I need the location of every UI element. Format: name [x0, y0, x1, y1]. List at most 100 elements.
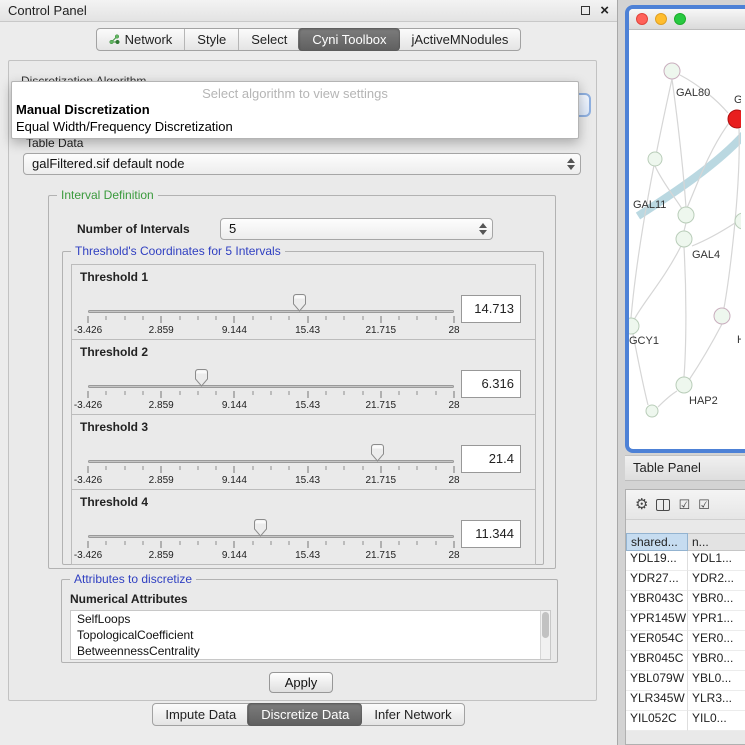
tab-label: Impute Data	[165, 707, 236, 722]
number-of-intervals-combo[interactable]: 5	[220, 218, 493, 240]
close-window-icon[interactable]: ×	[600, 3, 609, 18]
threshold-panel: Threshold 1 -3.4262.8599.14415.4321.71528…	[71, 264, 536, 340]
threshold-value-field[interactable]: 6.316	[461, 370, 521, 398]
threshold-slider[interactable]: -3.4262.8599.14415.4321.71528	[88, 295, 454, 339]
combo-spinner-icon	[479, 223, 487, 235]
tab-select[interactable]: Select	[238, 29, 299, 50]
table-row[interactable]: YIL052CYIL0...	[626, 711, 745, 731]
toolbar-spacer	[626, 520, 745, 533]
table-body: YDL19...YDL1...YDR27...YDR2...YBR043CYBR…	[626, 551, 745, 731]
table-cell-shared-name: YBR043C	[626, 591, 688, 611]
network-view-window: GAL80 GAL11 GAL4 GCY1 HAP2 GA H	[625, 5, 745, 453]
slider-handle[interactable]	[293, 294, 306, 312]
threshold-slider[interactable]: -3.4262.8599.14415.4321.71528	[88, 520, 454, 564]
algorithm-dropdown-popup: Select algorithm to view settings Manual…	[11, 81, 579, 139]
table-row[interactable]: YBR045CYBR0...	[626, 651, 745, 671]
table-row[interactable]: YLR345WYLR3...	[626, 691, 745, 711]
table-row[interactable]: YBR043CYBR0...	[626, 591, 745, 611]
attributes-scrollbar[interactable]	[540, 611, 550, 659]
table-row[interactable]: YDL19...YDL1...	[626, 551, 745, 571]
table-cell-shared-name: YDL19...	[626, 551, 688, 571]
table-panel-title: Table Panel	[633, 460, 701, 475]
table-data-value: galFiltered.sif default node	[32, 156, 184, 171]
network-window-titlebar[interactable]	[629, 9, 745, 30]
column-header-shared-name[interactable]: shared...	[626, 533, 688, 551]
slider-handle[interactable]	[254, 519, 267, 537]
attribute-list-item[interactable]: TopologicalCoefficient	[71, 627, 550, 643]
threshold-value-field[interactable]: 14.713	[461, 295, 521, 323]
tab-jactivemnodules[interactable]: jActiveMNodules	[399, 29, 521, 50]
threshold-label: Threshold 1	[80, 270, 148, 284]
table-cell-shared-name: YLR345W	[626, 691, 688, 711]
threshold-label: Threshold 2	[80, 345, 148, 359]
table-row[interactable]: YPR145WYPR1...	[626, 611, 745, 631]
table-panel-toolbar: ⚙ ☑ ☑	[626, 490, 745, 520]
select-column-checkbox-icon[interactable]: ☑	[698, 498, 710, 511]
table-row[interactable]: YBL079WYBL0...	[626, 671, 745, 691]
window-title: Control Panel	[8, 3, 87, 18]
bottom-tab-discretize-data[interactable]: Discretize Data	[247, 703, 362, 726]
bottom-tab-impute-data[interactable]: Impute Data	[153, 704, 248, 725]
number-of-intervals-value: 5	[229, 221, 236, 236]
tab-label: Network	[125, 32, 173, 47]
top-tab-bar: Network StyleSelect Cyni Toolbox jActiveMNo…	[0, 28, 617, 51]
scrollbar-thumb[interactable]	[542, 612, 549, 638]
threshold-slider[interactable]: -3.4262.8599.14415.4321.71528	[88, 445, 454, 489]
table-cell-shared-name: YER054C	[626, 631, 688, 651]
float-window-icon[interactable]	[581, 6, 590, 15]
bottom-tab-infer-network[interactable]: Infer Network	[361, 704, 463, 725]
minimize-traffic-light-icon[interactable]	[655, 13, 667, 25]
table-cell-name: YDL1...	[688, 551, 745, 571]
control-panel-window: Control Panel × Network StyleSelect Cyni T…	[0, 0, 618, 745]
slider-track	[88, 385, 454, 388]
tab-cyni-toolbox[interactable]: Cyni Toolbox	[298, 28, 399, 51]
attribute-list-item[interactable]: BetweennessCentrality	[71, 643, 550, 659]
threshold-label: Threshold 3	[80, 420, 148, 434]
gear-icon[interactable]: ⚙	[635, 497, 648, 512]
attributes-group: Attributes to discretize Numerical Attri…	[61, 579, 558, 663]
tab-network[interactable]: Network	[97, 29, 185, 50]
interval-definition-group: Interval Definition Number of Intervals …	[48, 195, 556, 569]
network-tab-icon	[109, 34, 120, 45]
column-header-name[interactable]: n...	[688, 533, 745, 551]
table-cell-name: YPR1...	[688, 611, 745, 631]
network-node-label-clipped: GA	[734, 94, 741, 106]
apply-button[interactable]: Apply	[269, 672, 333, 693]
threshold-value-field[interactable]: 11.344	[461, 520, 521, 548]
columns-icon[interactable]	[656, 499, 670, 511]
threshold-slider[interactable]: -3.4262.8599.14415.4321.71528	[88, 370, 454, 414]
close-traffic-light-icon[interactable]	[636, 13, 648, 25]
table-row[interactable]: YDR27...YDR2...	[626, 571, 745, 591]
numerical-attributes-label: Numerical Attributes	[70, 592, 188, 606]
network-node-label: HAP2	[689, 395, 718, 407]
table-row[interactable]: YER054CYER0...	[626, 631, 745, 651]
table-cell-name: YLR3...	[688, 691, 745, 711]
threshold-value-field[interactable]: 21.4	[461, 445, 521, 473]
table-panel-window: ⚙ ☑ ☑ shared... n... YDL19...YDL1...YDR2…	[625, 489, 745, 745]
threshold-panel: Threshold 4-3.4262.8599.14415.4321.71528…	[71, 489, 536, 565]
interval-definition-title: Interval Definition	[57, 188, 158, 202]
table-cell-name: YBL0...	[688, 671, 745, 691]
control-panel-titlebar[interactable]: Control Panel ×	[0, 0, 617, 22]
zoom-traffic-light-icon[interactable]	[674, 13, 686, 25]
dropdown-option-equal-width-frequency[interactable]: Equal Width/Frequency Discretization	[12, 118, 578, 135]
attribute-list-item[interactable]: SelfLoops	[71, 611, 550, 627]
tab-label: Cyni Toolbox	[312, 32, 386, 47]
numerical-attributes-list[interactable]: SelfLoopsTopologicalCoefficientBetweenne…	[70, 610, 551, 660]
threshold-stack: Threshold 1 -3.4262.8599.14415.4321.71528…	[71, 264, 536, 565]
tab-style[interactable]: Style	[184, 29, 238, 50]
table-cell-name: YBR0...	[688, 651, 745, 671]
table-data-combo[interactable]: galFiltered.sif default node	[23, 153, 581, 175]
table-panel-header-bar[interactable]: Table Panel	[625, 455, 745, 481]
slider-handle[interactable]	[195, 369, 208, 387]
network-canvas[interactable]: GAL80 GAL11 GAL4 GCY1 HAP2 GA H	[629, 30, 741, 448]
tab-label: Infer Network	[374, 707, 451, 722]
table-cell-shared-name: YDR27...	[626, 571, 688, 591]
network-node-label-clipped: H	[737, 334, 741, 346]
select-all-checkbox-icon[interactable]: ☑	[678, 498, 690, 511]
slider-handle[interactable]	[371, 444, 384, 462]
table-header-row: shared... n...	[626, 533, 745, 551]
window-buttons: ×	[581, 3, 609, 18]
dropdown-option-manual-discretization[interactable]: Manual Discretization	[12, 101, 578, 118]
cyni-toolbox-panel: Discretization Algorithm Select algorith…	[8, 60, 597, 701]
